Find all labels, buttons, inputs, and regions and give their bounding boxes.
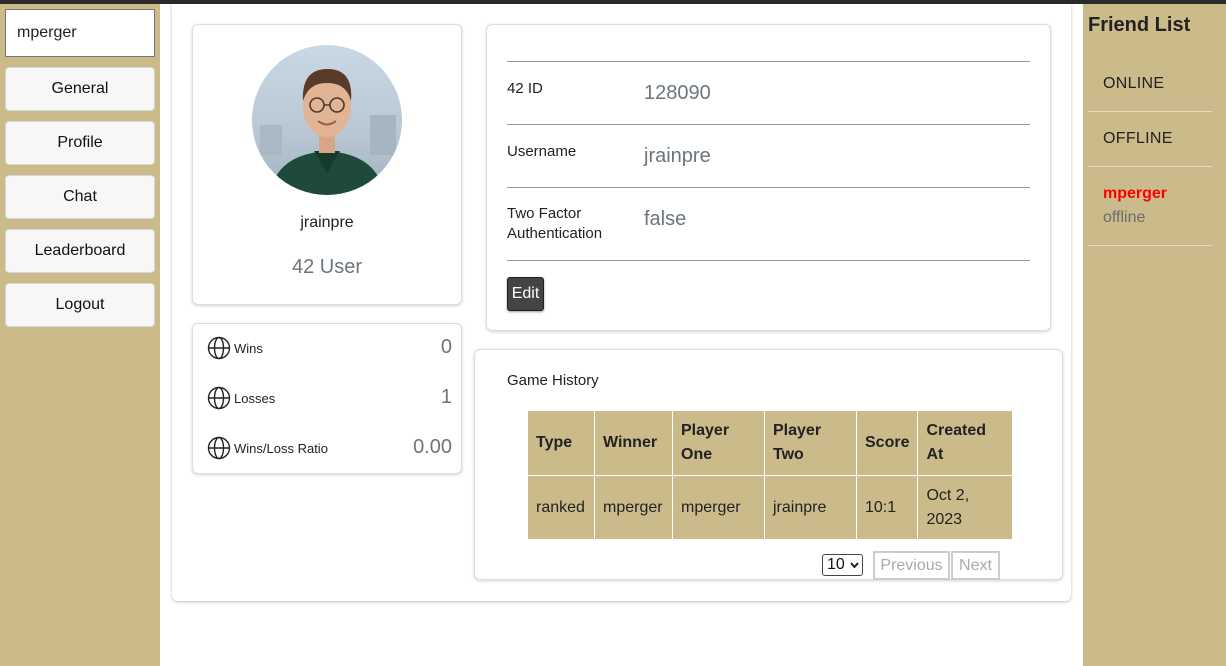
previous-button[interactable]: Previous (873, 551, 950, 580)
main-panel: jrainpre 42 User Wins 0 Losses 1 Wins/Lo… (172, 4, 1071, 601)
page-size-select[interactable]: 10 (822, 554, 863, 576)
account-info-card: 42 ID 128090 Username jrainpre Two Facto… (486, 24, 1051, 331)
section-label: ONLINE (1103, 75, 1165, 92)
column-header: Score (855, 410, 919, 476)
stat-value: 0 (440, 336, 452, 358)
table-cell: mperger (594, 475, 673, 540)
globe-icon (207, 386, 231, 410)
info-value-2fa: false (644, 208, 687, 230)
game-history-table: Type Winner Player One Player Two Score … (527, 410, 1014, 540)
friend-section-offline[interactable]: OFFLINE (1088, 112, 1212, 167)
divider (507, 61, 1030, 62)
profile-role: 42 User (291, 256, 363, 278)
table-cell: Oct 2, 2023 (917, 475, 1014, 540)
column-header: Created At (917, 410, 1014, 476)
friend-item[interactable]: mperger offline (1088, 167, 1212, 246)
friend-name: mperger (1103, 185, 1168, 202)
nav-chat-button[interactable]: Chat (5, 175, 155, 219)
avatar (252, 45, 402, 195)
page-size-value: 10 (827, 556, 845, 573)
info-label-username: Username (507, 143, 577, 160)
stat-row-losses: Losses 1 (207, 384, 452, 414)
stat-label: Wins/Loss Ratio (234, 441, 328, 456)
globe-icon (207, 336, 231, 360)
globe-icon (207, 436, 231, 460)
table-cell: ranked (527, 475, 595, 540)
column-header: Player Two (764, 410, 857, 476)
column-header: Type (527, 410, 595, 476)
info-label-2fa: Two Factor Authentication (507, 205, 603, 242)
sidebar: General Profile Chat Leaderboard Logout (0, 4, 160, 666)
info-value-username: jrainpre (644, 145, 711, 167)
search-input[interactable] (5, 9, 155, 57)
chevron-down-icon (850, 562, 859, 569)
nav-profile-button[interactable]: Profile (5, 121, 155, 165)
game-history-card: Game History Type Winner Player One Play… (474, 349, 1063, 580)
table-cell: 10:1 (855, 475, 919, 540)
nav-logout-button[interactable]: Logout (5, 283, 155, 327)
divider (507, 260, 1030, 261)
next-button[interactable]: Next (951, 551, 1000, 580)
stat-row-ratio: Wins/Loss Ratio 0.00 (207, 434, 452, 464)
table-header-row: Type Winner Player One Player Two Score … (527, 410, 1014, 476)
info-value-42-id: 128090 (644, 82, 711, 104)
divider (507, 124, 1030, 125)
game-history-title: Game History (507, 372, 599, 389)
stat-value: 1 (440, 386, 452, 408)
friend-list-panel: Friend List ONLINE OFFLINE mperger offli… (1083, 4, 1226, 666)
nav-leaderboard-button[interactable]: Leaderboard (5, 229, 155, 273)
stat-label: Losses (234, 391, 276, 406)
stat-label: Wins (234, 341, 263, 356)
friend-status: offline (1103, 209, 1146, 226)
section-label: OFFLINE (1103, 130, 1173, 147)
edit-button[interactable]: Edit (507, 277, 544, 311)
stats-card: Wins 0 Losses 1 Wins/Loss Ratio 0.00 (192, 323, 462, 474)
stat-value: 0.00 (413, 436, 452, 458)
stat-row-wins: Wins 0 (207, 334, 452, 364)
friend-list-title: Friend List (1088, 14, 1191, 36)
profile-card: jrainpre 42 User (192, 24, 462, 305)
divider (507, 187, 1030, 188)
friend-section-online[interactable]: ONLINE (1088, 56, 1212, 112)
table-row: ranked mperger mperger jrainpre 10:1 Oct… (527, 475, 1014, 540)
table-cell: jrainpre (764, 475, 857, 540)
info-label-42-id: 42 ID (507, 80, 543, 97)
column-header: Winner (594, 410, 673, 476)
profile-username: jrainpre (300, 214, 354, 231)
table-cell: mperger (672, 475, 765, 540)
nav-general-button[interactable]: General (5, 67, 155, 111)
column-header: Player One (672, 410, 765, 476)
